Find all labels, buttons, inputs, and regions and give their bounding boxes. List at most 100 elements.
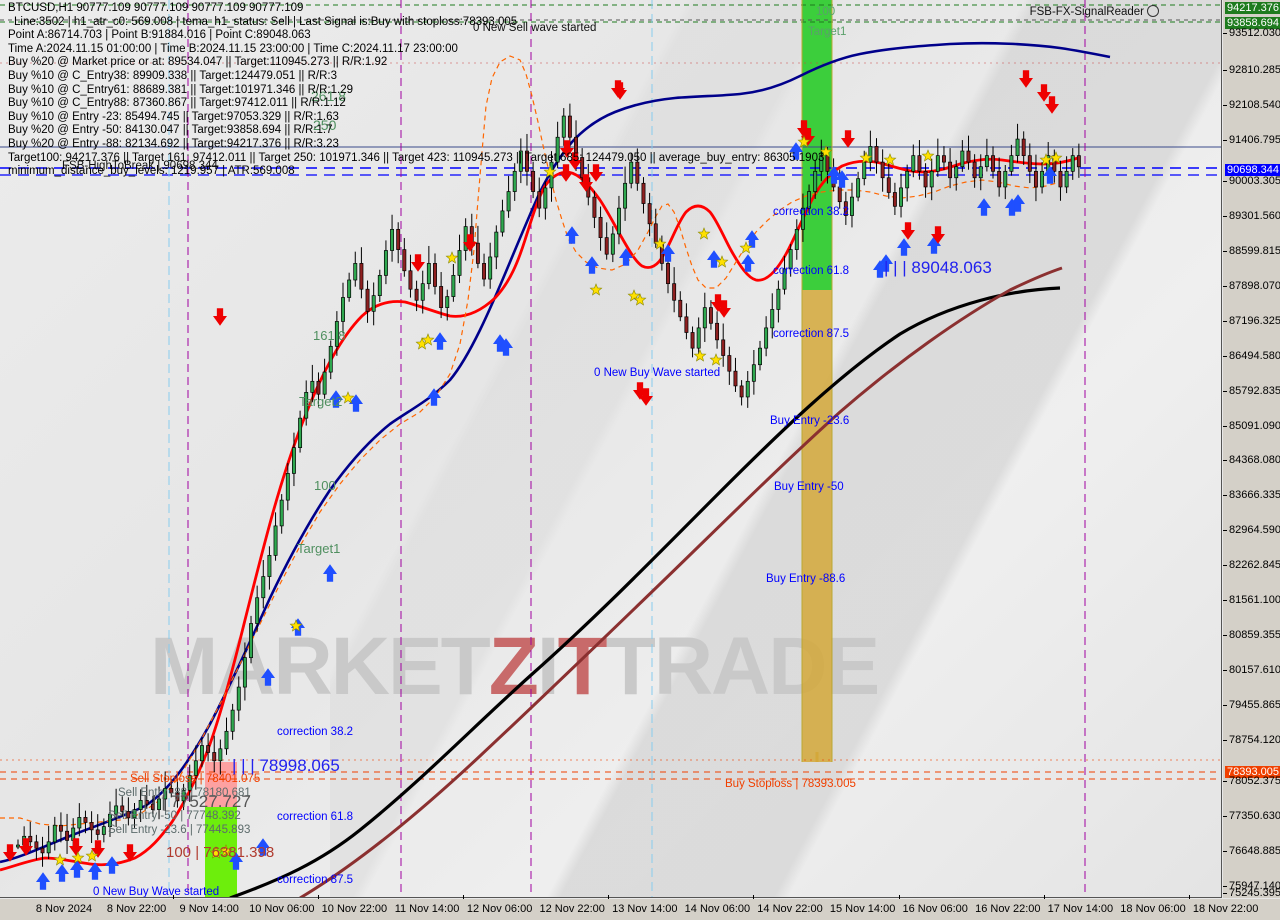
candle-body xyxy=(942,155,946,163)
candle-body xyxy=(298,417,303,448)
chart-annotation: correction 61.8 xyxy=(277,811,354,823)
candle-body xyxy=(1064,170,1069,188)
candle-body xyxy=(494,231,499,258)
time-axis[interactable]: 8 Nov 2024 8 Nov 22:00 9 Nov 14:00 10 Nov 0… xyxy=(0,895,1280,920)
star-marker-icon xyxy=(445,251,459,264)
candle-body xyxy=(886,177,891,193)
chart-window: MARKETZITTRADE BTCUSD,H1 90777.109 90777… xyxy=(0,0,1280,920)
time-tick: 8 Nov 22:00 xyxy=(106,903,167,915)
smiley-icon xyxy=(1147,5,1159,17)
candle-body xyxy=(40,847,45,854)
candle-body xyxy=(1070,155,1075,172)
candle-body xyxy=(439,286,444,308)
candle-body xyxy=(347,279,352,298)
info-line-0: Line:3502 | h1_atr_c0: 569.008 | tema_h1… xyxy=(14,15,518,28)
price-tick: 89301.560 xyxy=(1223,210,1280,222)
arrow-down-sell-icon xyxy=(411,254,425,272)
candle-body xyxy=(776,288,781,310)
chart-annotation: 161.8 xyxy=(313,328,346,343)
candle-body xyxy=(623,182,628,209)
price-axis[interactable]: 94217.376 93858.694 90698.344 78393.005 9351… xyxy=(1223,0,1280,899)
candle-body xyxy=(948,161,953,179)
price-tick: 84368.080 xyxy=(1223,454,1280,466)
candle-body xyxy=(365,288,370,312)
candle-body xyxy=(598,217,603,238)
chart-annotation: 100 xyxy=(314,478,336,493)
price-tick-dash xyxy=(1223,565,1227,566)
time-tick-separator xyxy=(317,895,319,899)
candle-body xyxy=(715,322,720,341)
price-tick: 92108.540 xyxy=(1223,99,1280,111)
price-tick-dash xyxy=(1223,670,1227,671)
info-line-9: Buy %20 @ Entry -88: 82134.692 || Target… xyxy=(8,137,339,150)
price-tick: 80157.610 xyxy=(1223,664,1280,676)
candle-body xyxy=(641,182,646,204)
candle-body xyxy=(666,263,670,285)
time-tick: 12 Nov 22:00 xyxy=(539,903,605,915)
candle-body xyxy=(255,597,260,624)
candle-body xyxy=(923,170,928,188)
candle-body xyxy=(1076,155,1081,168)
arrow-down-sell-icon xyxy=(213,308,227,326)
candle-body xyxy=(905,170,910,189)
info-line-1: Point A:86714.703 | Point B:91884.016 | … xyxy=(8,29,311,42)
chart-annotation: correction 38.2 xyxy=(773,206,850,218)
arrow-down-sell-icon xyxy=(3,844,17,862)
candlestick-series xyxy=(16,103,1081,867)
candle-body xyxy=(850,196,854,216)
time-tick: 18 Nov 22:00 xyxy=(1192,903,1259,915)
candle-body xyxy=(224,730,229,750)
candle-body xyxy=(708,307,713,324)
ma-200-line xyxy=(229,286,1061,897)
chart-plot-area[interactable]: MARKETZITTRADE BTCUSD,H1 90777.109 90777… xyxy=(0,0,1222,898)
price-tick: 86494.580 xyxy=(1223,350,1280,362)
candle-body xyxy=(794,228,799,250)
candle-body xyxy=(482,263,486,280)
candle-body xyxy=(543,187,548,209)
price-tick-dash xyxy=(1223,705,1227,706)
price-tick-dash xyxy=(1223,33,1227,34)
candle-body xyxy=(451,275,456,297)
time-tick: 10 Nov 22:00 xyxy=(321,903,388,915)
chart-price-label: | | | 78998.065 xyxy=(232,756,340,775)
info-line-10: Target100: 94217.376 || Target 161: 9741… xyxy=(8,151,825,164)
price-tick: 81561.100 xyxy=(1223,594,1280,606)
price-tick-dash xyxy=(1223,781,1227,782)
candle-body xyxy=(457,250,462,276)
arrow-down-sell-icon xyxy=(69,838,83,856)
candle-body xyxy=(273,525,278,556)
price-tick: 87898.070 xyxy=(1223,280,1280,292)
candle-body xyxy=(101,826,106,835)
price-tick: 90003.305 xyxy=(1223,175,1280,187)
price-tick-dash xyxy=(1223,530,1227,531)
candle-body xyxy=(770,309,775,329)
time-tick: 14 Nov 22:00 xyxy=(757,903,823,915)
arrow-up-buy-icon xyxy=(977,198,991,216)
candle-body xyxy=(396,228,401,250)
price-tick-dash xyxy=(1223,460,1227,461)
candle-body xyxy=(984,155,989,168)
info-line-7: Buy %10 @ Entry -23: 85494.745 || Target… xyxy=(8,110,339,123)
chart-annotation: 0 New Buy Wave started xyxy=(93,886,220,898)
arrow-up-buy-icon xyxy=(565,226,579,244)
candle-body xyxy=(218,748,223,762)
candle-body xyxy=(291,447,296,474)
time-tick-separator xyxy=(1189,895,1190,899)
candle-body xyxy=(764,327,769,349)
indicator-name-text: FSB-FX-SignalReader xyxy=(1029,6,1144,18)
info-line-4: Buy %10 @ C_Entry38: 89909.338 || Target… xyxy=(8,69,338,82)
price-tick-dash xyxy=(1223,426,1227,427)
candle-body xyxy=(745,380,750,398)
candle-body xyxy=(83,817,88,823)
candle-body xyxy=(475,242,480,264)
candle-body xyxy=(279,499,284,527)
candle-body xyxy=(1009,155,1014,172)
candle-body xyxy=(261,576,266,599)
candle-body xyxy=(506,191,511,212)
info-line-6: Buy %10 @ C_Entry88: 87360.867 || Target… xyxy=(8,97,346,110)
candle-body xyxy=(414,288,419,301)
candle-body xyxy=(733,370,738,387)
price-tick: 76648.885 xyxy=(1223,845,1280,857)
time-tick-separator xyxy=(898,895,900,899)
price-tick: 85091.090 xyxy=(1223,420,1280,432)
